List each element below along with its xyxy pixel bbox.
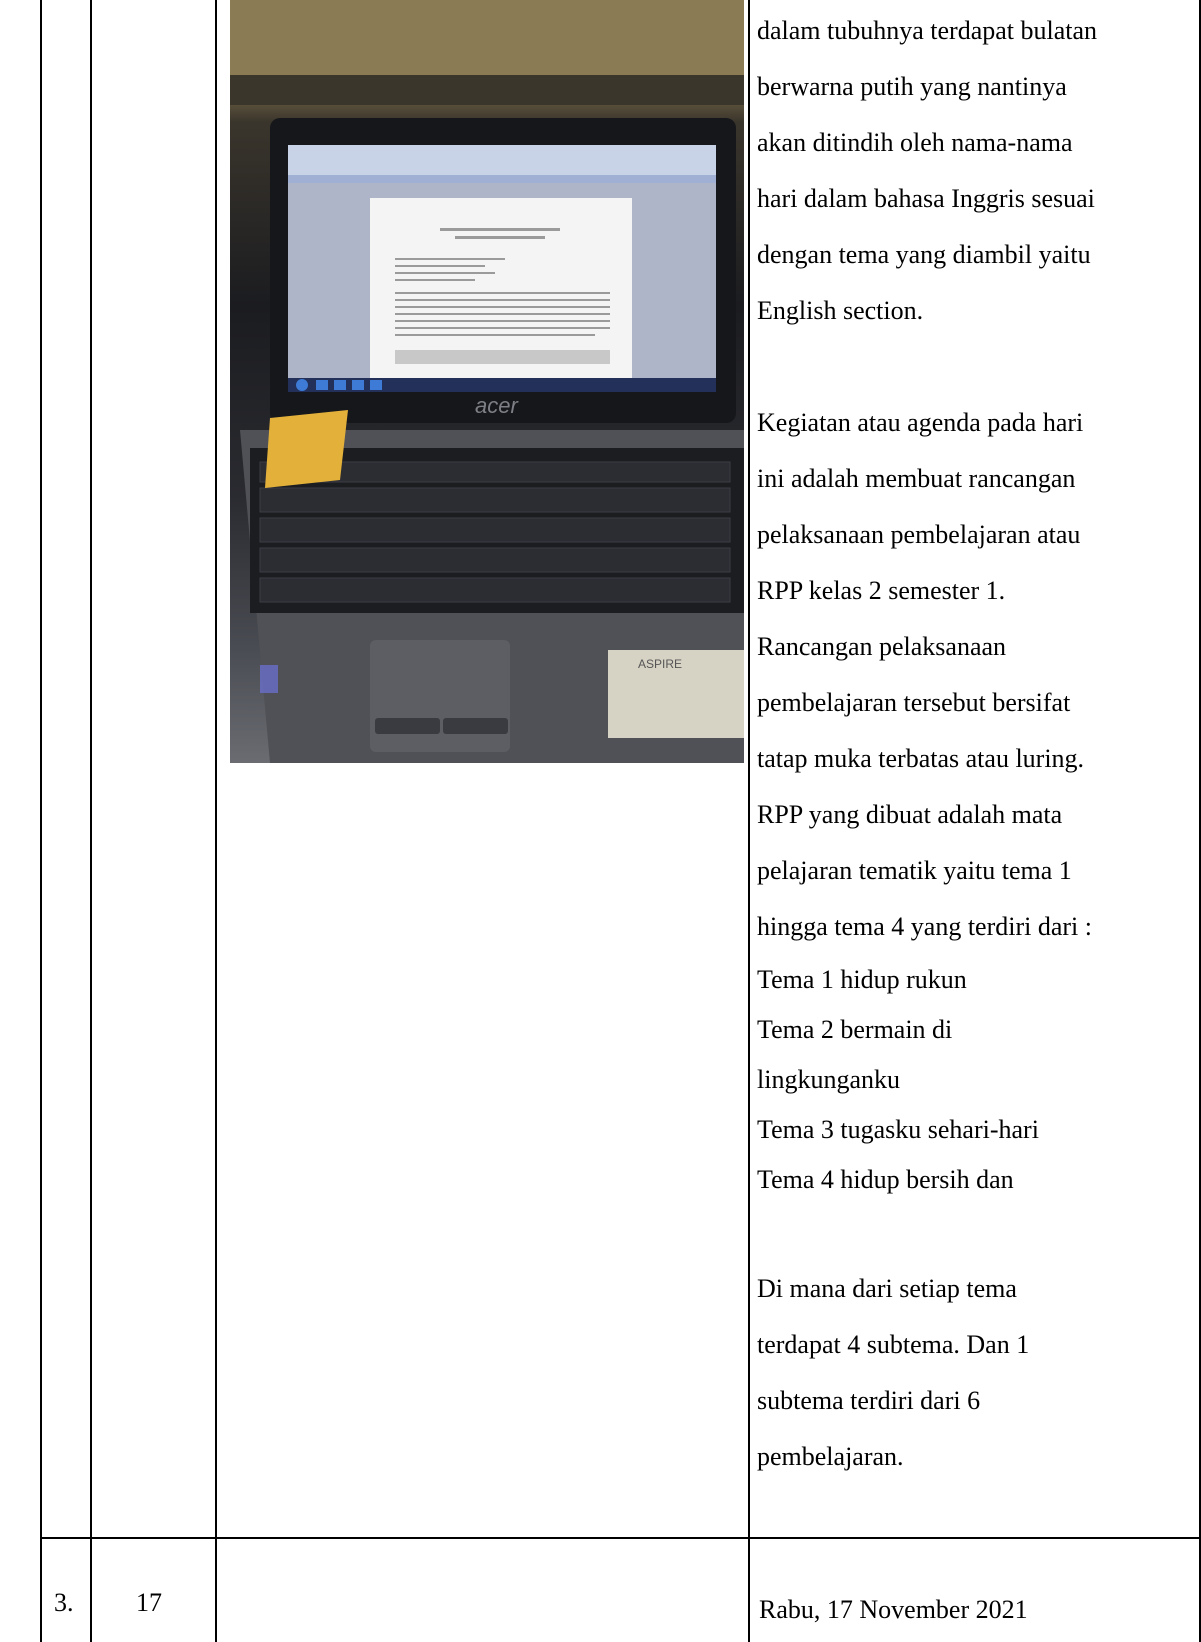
description-line: pembelajaran tersebut bersifat <box>757 688 1071 717</box>
model-label: ASPIRE <box>638 657 682 671</box>
description-line: pembelajaran. <box>757 1442 904 1471</box>
description-line: Tema 3 tugasku sehari-hari <box>757 1115 1039 1144</box>
description-line: lingkunganku <box>757 1065 900 1094</box>
row-description: Rabu, 17 November 2021 <box>759 1595 1028 1624</box>
brand-logo: acer <box>475 393 519 418</box>
description-line: RPP kelas 2 semester 1. <box>757 576 1006 605</box>
description-line: Di mana dari setiap tema <box>757 1274 1017 1303</box>
description-line: RPP yang dibuat adalah mata <box>757 800 1063 829</box>
description-line: ini adalah membuat rancangan <box>757 464 1076 493</box>
description-line: dengan tema yang diambil yaitu <box>757 240 1091 269</box>
description-line: akan ditindih oleh nama-nama <box>757 128 1073 157</box>
description-line: terdapat 4 subtema. Dan 1 <box>757 1330 1030 1359</box>
laptop-illustration: acer ASPIRE <box>230 0 744 763</box>
description-line: hari dalam bahasa Inggris sesuai <box>757 184 1095 213</box>
description-line: tatap muka terbatas atau luring. <box>757 744 1085 773</box>
description-line: English section. <box>757 296 924 325</box>
description-line: pelajaran tematik yaitu tema 1 <box>757 856 1072 885</box>
touchpad <box>370 640 510 752</box>
column-divider-2 <box>215 0 217 1642</box>
row-date: 17 <box>136 1588 162 1617</box>
description-line: berwarna putih yang nantinya <box>757 72 1067 101</box>
column-divider-1 <box>90 0 92 1642</box>
laptop-photo: acer ASPIRE <box>230 0 744 763</box>
row-divider <box>40 1537 1201 1539</box>
description-line: hingga tema 4 yang terdiri dari : <box>757 912 1093 941</box>
description-line: dalam tubuhnya terdapat bulatan <box>757 16 1098 45</box>
description-cell-row-1: dalam tubuhnya terdapat bulatan berwarna… <box>757 3 1195 1485</box>
description-line: subtema terdiri dari 6 <box>757 1386 981 1415</box>
description-line: Kegiatan atau agenda pada hari <box>757 408 1084 437</box>
row-number: 3. <box>54 1588 74 1617</box>
column-divider-3 <box>748 0 750 1642</box>
description-line: Tema 2 bermain di <box>757 1015 953 1044</box>
sticky-note <box>265 410 348 488</box>
description-line: Tema 4 hidup bersih dan <box>757 1165 1014 1194</box>
table-border-left <box>40 0 42 1642</box>
description-line: Rancangan pelaksanaan <box>757 632 1007 661</box>
description-line: Tema 1 hidup rukun <box>757 965 967 994</box>
description-line: pelaksanaan pembelajaran atau <box>757 520 1081 549</box>
